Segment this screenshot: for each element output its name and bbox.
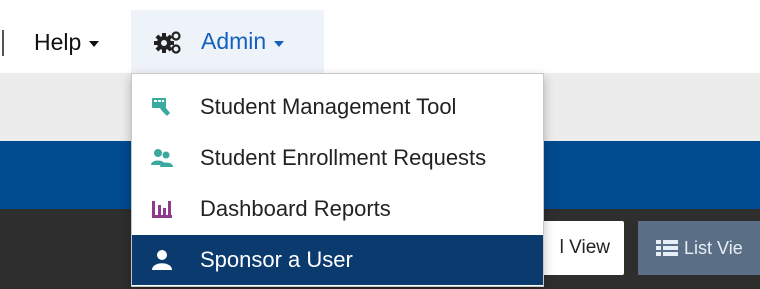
menu-item-student-management-tool[interactable]: Student Management Tool xyxy=(132,82,543,132)
nav-admin-menu[interactable]: Admin xyxy=(131,10,324,73)
users-group-icon xyxy=(151,149,173,167)
admin-dropdown-menu: Student Management Tool Student Enrollme… xyxy=(131,73,544,287)
user-icon xyxy=(152,250,172,270)
menu-item-student-enrollment-requests[interactable]: Student Enrollment Requests xyxy=(132,133,543,183)
view-button-label: l View xyxy=(559,237,610,258)
nav-help-label: Help xyxy=(34,28,82,55)
menu-item-label: Dashboard Reports xyxy=(200,196,391,221)
bar-chart-icon xyxy=(152,201,172,218)
nav-help-menu[interactable]: Help xyxy=(22,12,111,72)
menu-item-label: Sponsor a User xyxy=(200,247,353,272)
student-management-icon xyxy=(152,98,170,116)
list-icon xyxy=(656,240,678,256)
menu-item-dashboard-reports[interactable]: Dashboard Reports xyxy=(132,184,543,234)
menu-item-label: Student Enrollment Requests xyxy=(200,145,487,170)
caret-down-icon xyxy=(89,41,100,47)
caret-down-icon xyxy=(274,40,285,47)
menu-item-label: Student Management Tool xyxy=(200,94,457,119)
list-view-button[interactable]: List Vie xyxy=(638,221,760,275)
nav-admin-label: Admin xyxy=(201,28,267,54)
nav-separator xyxy=(2,30,8,56)
list-view-label: List Vie xyxy=(684,237,743,258)
gears-icon xyxy=(154,30,181,54)
menu-item-sponsor-a-user[interactable]: Sponsor a User xyxy=(132,235,543,285)
